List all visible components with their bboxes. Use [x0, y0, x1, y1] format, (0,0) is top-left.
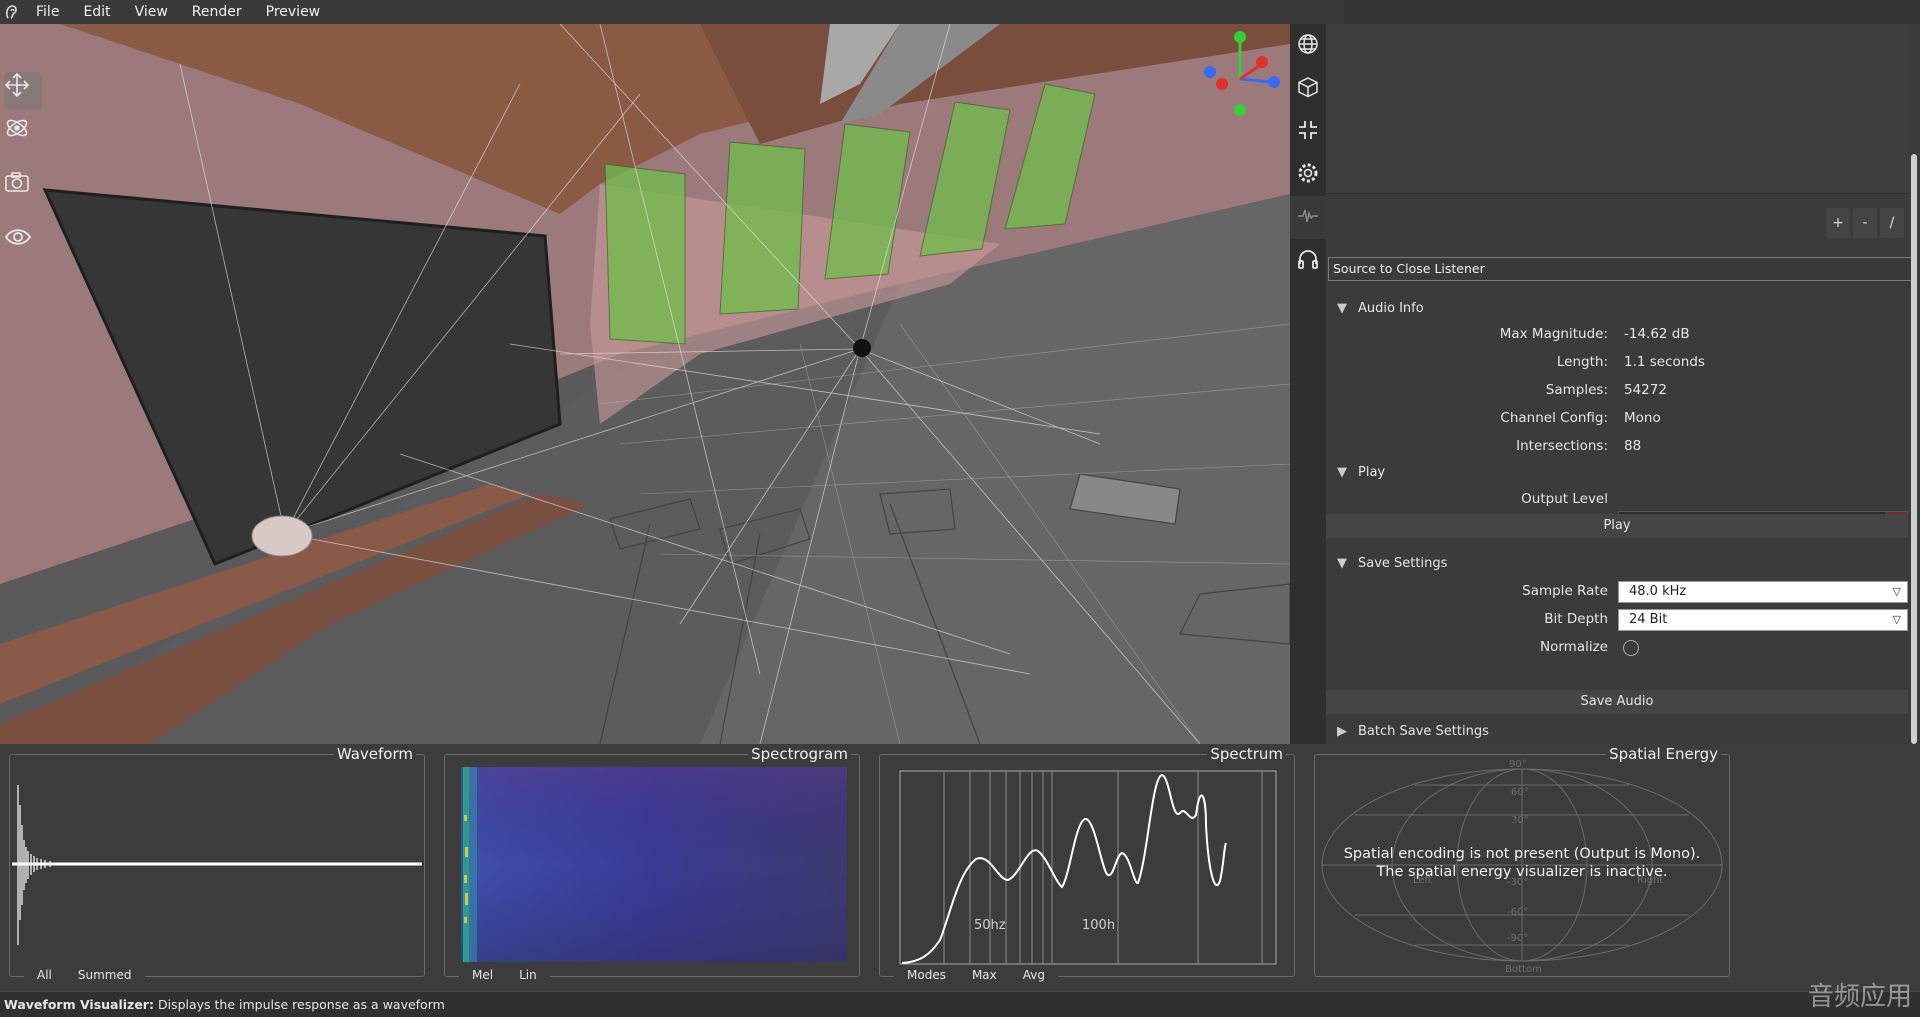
expand-icon: ▶	[1337, 723, 1347, 739]
compress-icon	[1297, 119, 1319, 145]
status-bar: Waveform Visualizer: Displays the impuls…	[0, 991, 1920, 1017]
status-label: Waveform Visualizer:	[4, 997, 154, 1012]
spectrum-tabs: Modes Max Avg	[894, 968, 1058, 982]
spectrum-tick-50hz: 50hz	[974, 918, 1006, 933]
remove-item-button[interactable]: -	[1853, 208, 1877, 238]
waveform-button[interactable]	[1290, 196, 1326, 239]
spectrogram-title: Spectrogram	[748, 745, 851, 763]
chevron-down-icon: ▽	[1892, 585, 1901, 598]
chevron-down-icon: ▽	[1892, 613, 1901, 626]
globe-icon	[1297, 33, 1319, 59]
panel-scrollbar[interactable]	[1911, 154, 1917, 744]
tab-mel[interactable]: Mel	[459, 968, 506, 982]
waveform-title: Waveform	[333, 745, 416, 763]
play-header[interactable]: ▼ Play	[1326, 462, 1908, 482]
sample-rate-select[interactable]: 48.0 kHz ▽	[1618, 581, 1908, 603]
tab-all[interactable]: All	[24, 968, 65, 982]
grid-label: 60°	[1511, 787, 1529, 798]
collapse-icon: ▼	[1337, 464, 1347, 480]
visualizer-area: Waveform All Summed Spectrogram Mel Lin …	[0, 744, 1920, 991]
spectrum-panel[interactable]: Spectrum 50hz 100h Modes Max Avg	[879, 745, 1295, 982]
spectrogram-tabs: Mel Lin	[459, 968, 550, 982]
collapse-icon: ▼	[1337, 300, 1347, 316]
intersections-row: Intersections: 88	[1516, 438, 1642, 454]
orbit-tool-button[interactable]	[4, 115, 42, 153]
camera-button[interactable]	[4, 170, 42, 208]
spectrum-tick-100h: 100h	[1082, 918, 1115, 933]
visibility-button[interactable]	[4, 227, 42, 265]
menu-file[interactable]: File	[24, 0, 71, 24]
waveform-icon	[1297, 205, 1319, 231]
channel-config-row: Channel Config: Mono	[1500, 410, 1661, 426]
menu-bar-filler	[1344, 0, 1920, 24]
properties-panel: + - / Source to Close Listener ▼ Audio I…	[1326, 24, 1920, 744]
audio-info-header[interactable]: ▼ Audio Info	[1326, 298, 1908, 318]
spatial-energy-plot: 90° 60° 30° -30° -60° -90° Left Right Bo…	[1321, 759, 1723, 975]
batch-save-header[interactable]: ▶ Batch Save Settings	[1326, 721, 1908, 741]
render-list[interactable]	[1326, 24, 1908, 194]
waveform-plot	[12, 785, 422, 945]
play-button[interactable]: Play	[1326, 514, 1908, 538]
spectrogram-plot	[461, 767, 847, 962]
normalize-radio[interactable]	[1623, 640, 1639, 656]
menu-view[interactable]: View	[123, 0, 180, 24]
menu-bar: File Edit View Render Preview	[0, 0, 1920, 24]
spectrogram-panel[interactable]: Spectrogram Mel Lin	[444, 745, 860, 982]
tab-modes[interactable]: Modes	[894, 968, 959, 982]
menu-render[interactable]: Render	[180, 0, 254, 24]
menu-edit[interactable]: Edit	[71, 0, 122, 24]
tab-avg[interactable]: Avg	[1010, 968, 1058, 982]
max-magnitude-row: Max Magnitude: -14.62 dB	[1499, 326, 1690, 342]
add-item-button[interactable]: +	[1826, 208, 1850, 238]
grid-label: 30°	[1511, 815, 1529, 826]
spectrum-title: Spectrum	[1207, 745, 1286, 763]
headphones-button[interactable]	[1290, 239, 1326, 282]
grid-label: -90°	[1507, 933, 1528, 944]
rename-item-button[interactable]: /	[1880, 208, 1904, 238]
tab-max[interactable]: Max	[959, 968, 1010, 982]
globe-button[interactable]	[1290, 24, 1326, 67]
spatial-message-line2: The spatial energy visualizer is inactiv…	[1375, 864, 1667, 880]
move-tool-button[interactable]	[4, 72, 42, 110]
normalize-row: Normalize	[1326, 637, 1908, 659]
waveform-panel[interactable]: Waveform All Summed	[9, 745, 425, 982]
compress-button[interactable]	[1290, 110, 1326, 153]
tab-lin[interactable]: Lin	[506, 968, 550, 982]
grid-label: 90°	[1509, 759, 1527, 770]
grid-label: -60°	[1507, 907, 1528, 918]
save-audio-button[interactable]: Save Audio	[1326, 690, 1908, 714]
save-settings-header[interactable]: ▼ Save Settings	[1326, 553, 1908, 573]
output-level-row: Output Level	[1521, 491, 1608, 507]
selected-item-name[interactable]: Source to Close Listener	[1328, 257, 1912, 281]
gear-icon	[1297, 162, 1319, 188]
ear-logo-icon	[0, 0, 24, 24]
cube-icon	[1297, 76, 1319, 102]
bit-depth-select[interactable]: 24 Bit ▽	[1618, 609, 1908, 631]
grid-label: Bottom	[1505, 964, 1542, 975]
spatial-energy-panel[interactable]: Spatial Energy 90° 60° 30° -30° -60° -90…	[1314, 745, 1730, 977]
status-text: Displays the impulse response as a wavef…	[153, 997, 445, 1012]
scene-render	[0, 24, 1290, 744]
headphones-icon	[1297, 248, 1319, 274]
settings-button[interactable]	[1290, 153, 1326, 196]
menu-preview[interactable]: Preview	[254, 0, 333, 24]
watermark-text: 音频应用	[1807, 982, 1912, 1012]
collapse-icon: ▼	[1337, 555, 1347, 571]
3d-viewport[interactable]	[0, 24, 1290, 744]
spatial-message-line1: Spatial encoding is not present (Output …	[1344, 846, 1701, 862]
waveform-tabs: All Summed	[24, 968, 145, 982]
spatial-energy-title: Spatial Energy	[1606, 745, 1721, 763]
spectrum-plot: 50hz 100h	[899, 770, 1277, 965]
length-row: Length: 1.1 seconds	[1556, 354, 1705, 370]
cube-button[interactable]	[1290, 67, 1326, 110]
panel-icon-strip	[1290, 24, 1326, 744]
samples-row: Samples: 54272	[1545, 382, 1667, 398]
tab-summed[interactable]: Summed	[65, 968, 145, 982]
